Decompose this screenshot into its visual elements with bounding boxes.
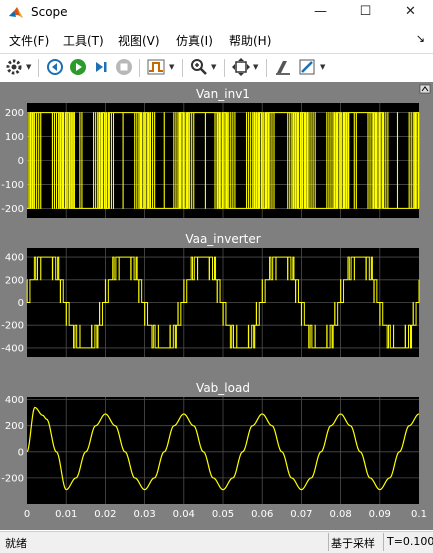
y-tick-label: -400: [1, 343, 24, 354]
y-tick-label: 0: [18, 447, 24, 458]
stop-icon[interactable]: [114, 57, 134, 77]
axes-vaa-inverter[interactable]: Vaa_inverter 400 200 0 -200 -400: [1, 232, 420, 357]
trigger-icon[interactable]: [146, 57, 166, 77]
sample-mode-label: 基于采样: [331, 537, 375, 550]
y-tick-label: 100: [5, 132, 24, 143]
fit-icon[interactable]: [231, 57, 251, 77]
dock-arrow-icon[interactable]: ↘: [416, 32, 425, 45]
y-tick-label: 200: [5, 108, 24, 119]
toolbar-separator: [38, 59, 39, 77]
window-title: Scope: [31, 5, 68, 19]
trigger-dropdown-icon[interactable]: ▼: [169, 63, 174, 71]
x-tick-label: 0.05: [212, 509, 234, 520]
y-tick-label: -100: [1, 180, 24, 191]
toolbar: ▼ ▼ ▼ ▼ ▼: [0, 53, 433, 80]
zoom-dropdown-icon[interactable]: ▼: [211, 63, 216, 71]
x-tick-label: 0.07: [290, 509, 312, 520]
y-tick-label: 400: [5, 253, 24, 264]
x-tick-label: 0.01: [55, 509, 77, 520]
y-tick-label: 200: [5, 275, 24, 286]
matlab-icon: [8, 5, 24, 21]
x-tick-label: 0.1: [411, 509, 427, 520]
status-text: 就绪: [5, 537, 27, 550]
y-tick-label: -200: [1, 473, 24, 484]
menu-tools[interactable]: 工具(T): [63, 32, 104, 49]
x-tick-label: 0.06: [251, 509, 273, 520]
status-divider: [383, 533, 384, 551]
menu-file[interactable]: 文件(F): [9, 32, 49, 49]
menu-simulation[interactable]: 仿真(I): [176, 32, 213, 49]
toolbar-separator: [139, 59, 140, 77]
measure-icon[interactable]: [297, 57, 317, 77]
style-icon[interactable]: [273, 57, 293, 77]
step-forward-icon[interactable]: [91, 57, 111, 77]
gear-dropdown-icon[interactable]: ▼: [26, 63, 31, 71]
gear-icon[interactable]: [4, 57, 24, 77]
zoom-icon[interactable]: [189, 57, 209, 77]
menu-view[interactable]: 视图(V): [118, 32, 160, 49]
y-tick-label: 0: [18, 298, 24, 309]
menu-help[interactable]: 帮助(H): [229, 32, 271, 49]
axes-title: Van_inv1: [196, 87, 250, 101]
toolbar-separator: [266, 59, 267, 77]
x-tick-label: 0: [24, 509, 30, 520]
toolbar-separator: [182, 59, 183, 77]
x-tick-label: 0.08: [329, 509, 351, 520]
minimize-button[interactable]: —: [298, 0, 343, 26]
maximize-button[interactable]: ☐: [343, 0, 388, 26]
axes-title: Vab_load: [196, 381, 250, 395]
y-tick-label: -200: [1, 321, 24, 332]
run-icon[interactable]: [68, 57, 88, 77]
x-tick-label: 0.09: [369, 509, 391, 520]
y-tick-label: 0: [18, 156, 24, 167]
close-button[interactable]: ✕: [388, 0, 433, 26]
y-tick-label: -200: [1, 204, 24, 215]
axes-vab-load[interactable]: Vab_load 400 200 0 -200 0 0.01 0.02 0.03 0.04 0.05…: [1, 381, 427, 520]
sim-time-label: T=0.100: [387, 535, 433, 548]
x-tick-label: 0.03: [133, 509, 155, 520]
axes-van-inv1[interactable]: Van_inv1 200 100 0 -100 -200: [1, 87, 420, 218]
rewind-icon[interactable]: [45, 57, 65, 77]
status-divider: [328, 533, 329, 551]
status-bar: 就绪 基于采样 T=0.100: [0, 531, 433, 553]
x-tick-label: 0.02: [94, 509, 116, 520]
menu-bar: 文件(F) 工具(T) 视图(V) 仿真(I) 帮助(H) ↘: [0, 30, 433, 50]
toolbar-separator: [224, 59, 225, 77]
y-tick-label: 400: [5, 395, 24, 406]
y-tick-label: 200: [5, 421, 24, 432]
title-bar: Scope — ☐ ✕: [0, 0, 433, 26]
scope-figure: Van_inv1 200 100 0 -100 -200 Vaa_inverter 400 2…: [1, 84, 431, 520]
measure-dropdown-icon[interactable]: ▼: [320, 63, 325, 71]
fit-dropdown-icon[interactable]: ▼: [253, 63, 258, 71]
axes-title: Vaa_inverter: [185, 232, 260, 246]
scope-plot-area: Van_inv1 200 100 0 -100 -200 Vaa_inverter 400 2…: [0, 82, 433, 530]
x-tick-label: 0.04: [173, 509, 195, 520]
